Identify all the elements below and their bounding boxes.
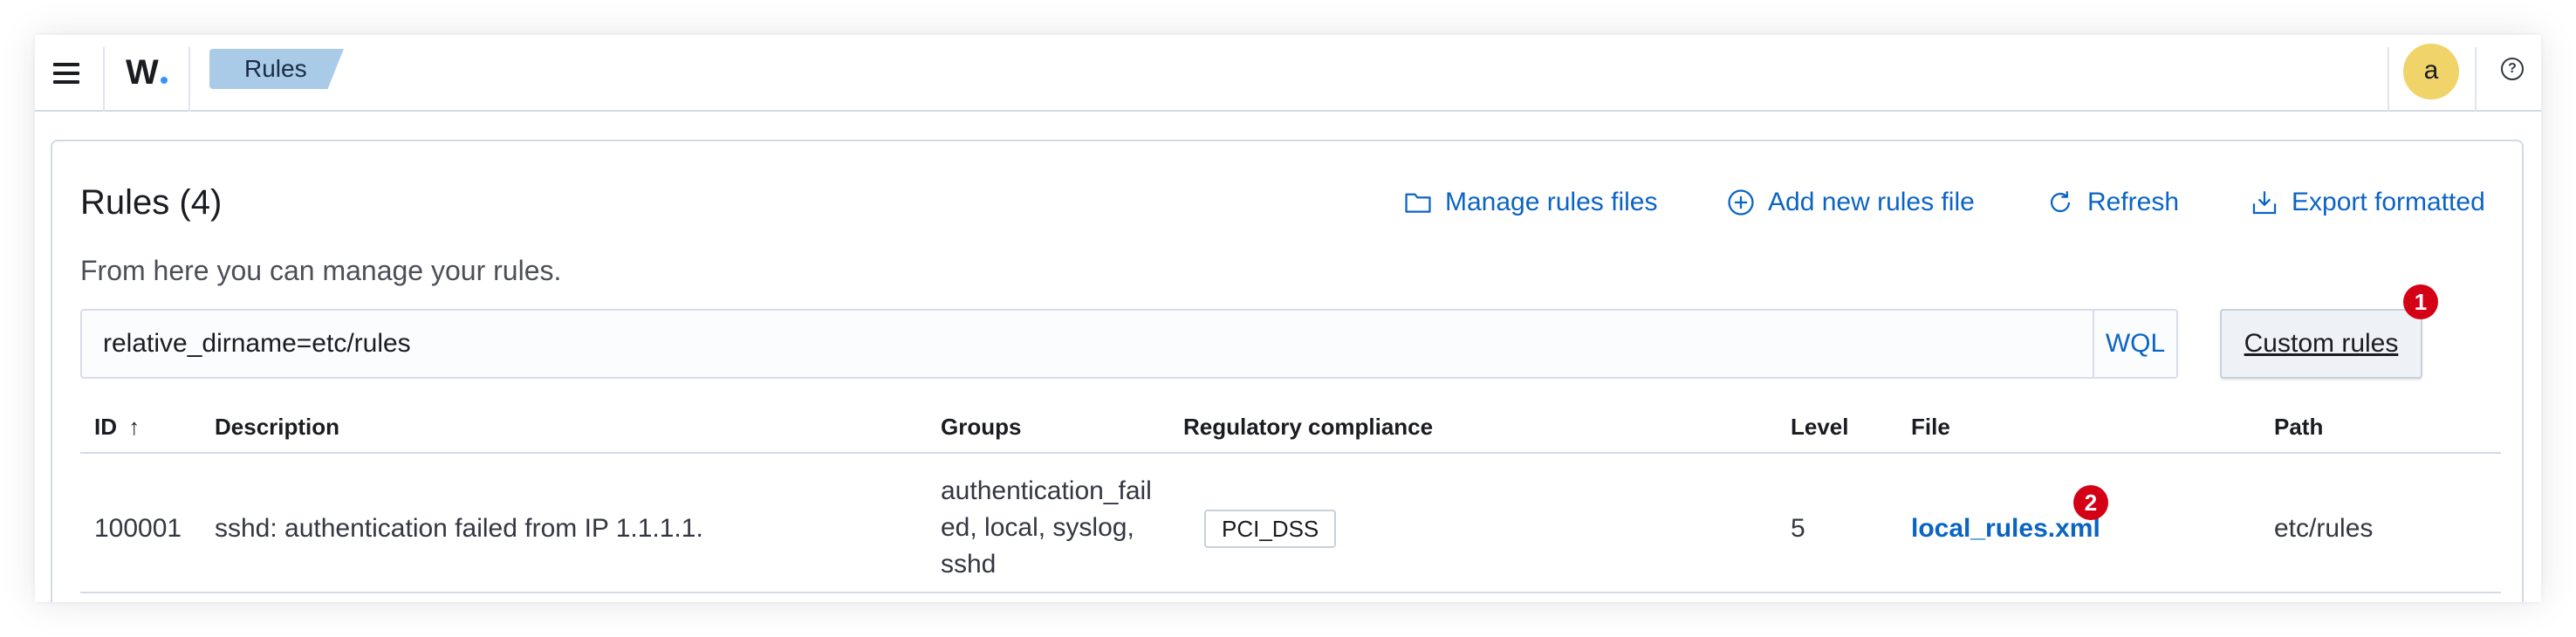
custom-rules-button[interactable]: Custom rules: [2220, 309, 2422, 379]
column-header-id[interactable]: ID ↑: [94, 412, 140, 442]
search-input[interactable]: relative_dirname=etc/rules: [103, 311, 411, 377]
file-link[interactable]: local_rules.xml: [1911, 510, 2100, 547]
cell-id: 100001: [94, 514, 182, 543]
refresh-label: Refresh: [2087, 188, 2180, 216]
manage-rules-files-button[interactable]: Manage rules files: [1403, 185, 1657, 220]
column-header-description[interactable]: Description: [215, 412, 339, 442]
refresh-button[interactable]: Refresh: [2045, 185, 2179, 220]
cell-level: 5: [1791, 514, 1805, 543]
logo-letter: W: [126, 53, 159, 92]
export-formatted-label: Export formatted: [2292, 188, 2485, 216]
custom-rules-badge: 1: [2403, 284, 2438, 319]
table-header-divider: [80, 452, 2501, 454]
header-divider: [2388, 47, 2389, 112]
column-header-groups[interactable]: Groups: [941, 412, 1021, 442]
rules-panel: Rules (4) From here you can manage your …: [51, 140, 2524, 602]
add-new-rules-file-button[interactable]: Add new rules file: [1726, 185, 1975, 220]
refresh-icon: [2050, 191, 2071, 213]
breadcrumb-rules[interactable]: Rules: [209, 49, 344, 89]
header-divider: [2475, 47, 2477, 112]
wql-button[interactable]: WQL: [2093, 311, 2176, 377]
search-bar[interactable]: relative_dirname=etc/rules WQL: [80, 309, 2178, 379]
column-header-compliance[interactable]: Regulatory compliance: [1183, 412, 1433, 442]
cell-groups: authentication_fail ed, local, syslog, s…: [941, 473, 1152, 583]
groups-line: authentication_fail: [941, 476, 1152, 505]
header-divider: [103, 47, 105, 112]
page-title: Rules (4): [80, 183, 223, 222]
folder-icon: [1405, 193, 1431, 213]
table-row-divider: [80, 592, 2501, 593]
help-icon[interactable]: ?: [2501, 58, 2524, 80]
groups-line: ed, local, syslog,: [941, 513, 1134, 542]
sort-ascending-icon: ↑: [128, 414, 140, 440]
cell-description: sshd: authentication failed from IP 1.1.…: [215, 514, 703, 543]
logo-dot: [160, 77, 168, 84]
menu-icon[interactable]: [49, 56, 84, 91]
file-badge: 2: [2073, 485, 2108, 520]
add-new-rules-file-label: Add new rules file: [1768, 188, 1975, 216]
column-header-id-label: ID: [94, 414, 117, 440]
compliance-badge[interactable]: PCI_DSS: [1204, 510, 1337, 548]
header-divider: [188, 47, 190, 112]
page-subtitle: From here you can manage your rules.: [80, 255, 562, 286]
app-logo[interactable]: W: [126, 51, 168, 94]
cell-path: etc/rules: [2274, 514, 2374, 543]
column-header-path[interactable]: Path: [2274, 412, 2323, 442]
plus-circle-icon: [1728, 189, 1754, 216]
top-header: W Rules a ?: [35, 35, 2541, 112]
download-icon: [2252, 191, 2277, 215]
manage-rules-files-label: Manage rules files: [1445, 188, 1658, 216]
groups-line: sshd: [941, 550, 997, 579]
column-header-level[interactable]: Level: [1791, 412, 1849, 442]
export-formatted-button[interactable]: Export formatted: [2250, 185, 2485, 220]
column-header-file[interactable]: File: [1911, 412, 1950, 442]
user-avatar[interactable]: a: [2403, 44, 2459, 99]
app-window: W Rules a ? Rules (4) From here you can …: [35, 35, 2541, 602]
